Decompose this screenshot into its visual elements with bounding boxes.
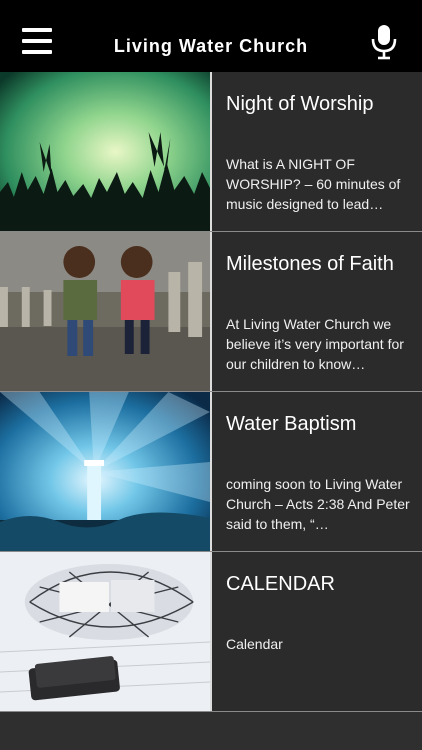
item-description: Calendar — [226, 636, 283, 652]
children-photo-image — [0, 232, 212, 391]
app-title: Living Water Church — [113, 36, 309, 56]
concert-crowd-image — [0, 72, 212, 231]
microphone-icon[interactable] — [368, 24, 400, 60]
app-header: Living Water Church — [0, 0, 422, 72]
item-description: What is A NIGHT OF WORSHIP? – 60 minutes… — [226, 156, 401, 212]
list-item-water-baptism[interactable]: Water Baptism coming soon to Living Wate… — [0, 392, 422, 552]
item-title: Water Baptism — [226, 413, 357, 435]
list-item-milestones-of-faith[interactable]: Milestones of Faith At Living Water Chur… — [0, 232, 422, 392]
bottom-bar — [0, 712, 422, 750]
list-item-calendar[interactable]: CALENDAR Calendar — [0, 552, 422, 712]
lighthouse-image — [0, 392, 212, 551]
item-title: CALENDAR — [226, 573, 335, 595]
item-title: Milestones of Faith — [226, 253, 394, 275]
content-list: Night of Worship What is A NIGHT OF WORS… — [0, 72, 422, 712]
item-description: coming soon to Living Water Church – Act… — [226, 476, 410, 532]
item-description: At Living Water Church we believe it’s v… — [226, 316, 404, 372]
basket-wallet-image — [0, 552, 212, 711]
list-item-night-of-worship[interactable]: Night of Worship What is A NIGHT OF WORS… — [0, 72, 422, 232]
item-title: Night of Worship — [226, 93, 374, 115]
